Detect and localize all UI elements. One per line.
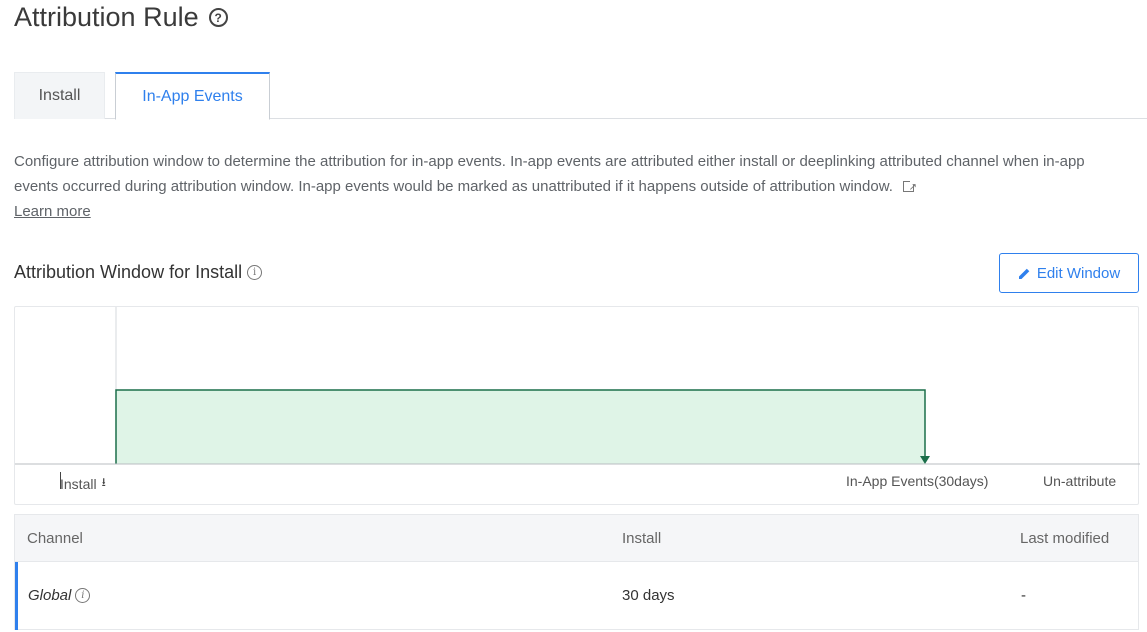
attribution-table: Channel Install Last modified Global i 3…: [14, 514, 1139, 630]
download-icon: ⭳: [101, 475, 106, 489]
tab-install[interactable]: Install: [14, 72, 105, 119]
table-header: Channel Install Last modified: [15, 515, 1138, 562]
column-header-last-modified: Last modified: [1020, 530, 1110, 547]
tab-in-app-events[interactable]: In-App Events: [115, 72, 270, 120]
section-title: Attribution Window for Install i: [14, 262, 263, 283]
timeline-unattribute-label: Un-attribute: [1043, 473, 1117, 489]
install-window-cell: 30 days: [622, 587, 675, 604]
info-icon[interactable]: i: [75, 588, 91, 603]
pencil-icon: [1018, 268, 1030, 279]
section-title-text: Attribution Window for Install: [14, 262, 243, 282]
column-header-install: Install: [622, 530, 662, 547]
timeline-install-label: Install ⭳: [60, 472, 106, 494]
learn-more-link[interactable]: Learn more: [14, 203, 91, 220]
question-circle-icon[interactable]: ?: [208, 8, 228, 27]
description-text: Configure attribution window to determin…: [14, 153, 1085, 195]
external-link-icon[interactable]: [903, 175, 917, 200]
timeline-window-label: In-App Events(30days): [846, 473, 989, 489]
page-title-text: Attribution Rule: [14, 2, 199, 32]
tab-bar: Install In-App Events: [14, 72, 1147, 120]
attribution-timeline: Install ⭳ In-App Events(30days) Un-attri…: [14, 306, 1140, 505]
edit-window-label: Edit Window: [1036, 264, 1121, 282]
edit-window-button[interactable]: Edit Window: [999, 253, 1139, 293]
page-title: Attribution Rule ?: [14, 2, 228, 33]
last-modified-cell: -: [1021, 587, 1026, 604]
attribution-window-area: [116, 390, 925, 464]
info-icon[interactable]: i: [247, 265, 263, 280]
column-header-channel: Channel: [27, 530, 83, 547]
description: Configure attribution window to determin…: [14, 149, 1114, 224]
channel-cell: Global i: [28, 587, 91, 604]
table-row[interactable]: Global i 30 days -: [15, 562, 1138, 630]
